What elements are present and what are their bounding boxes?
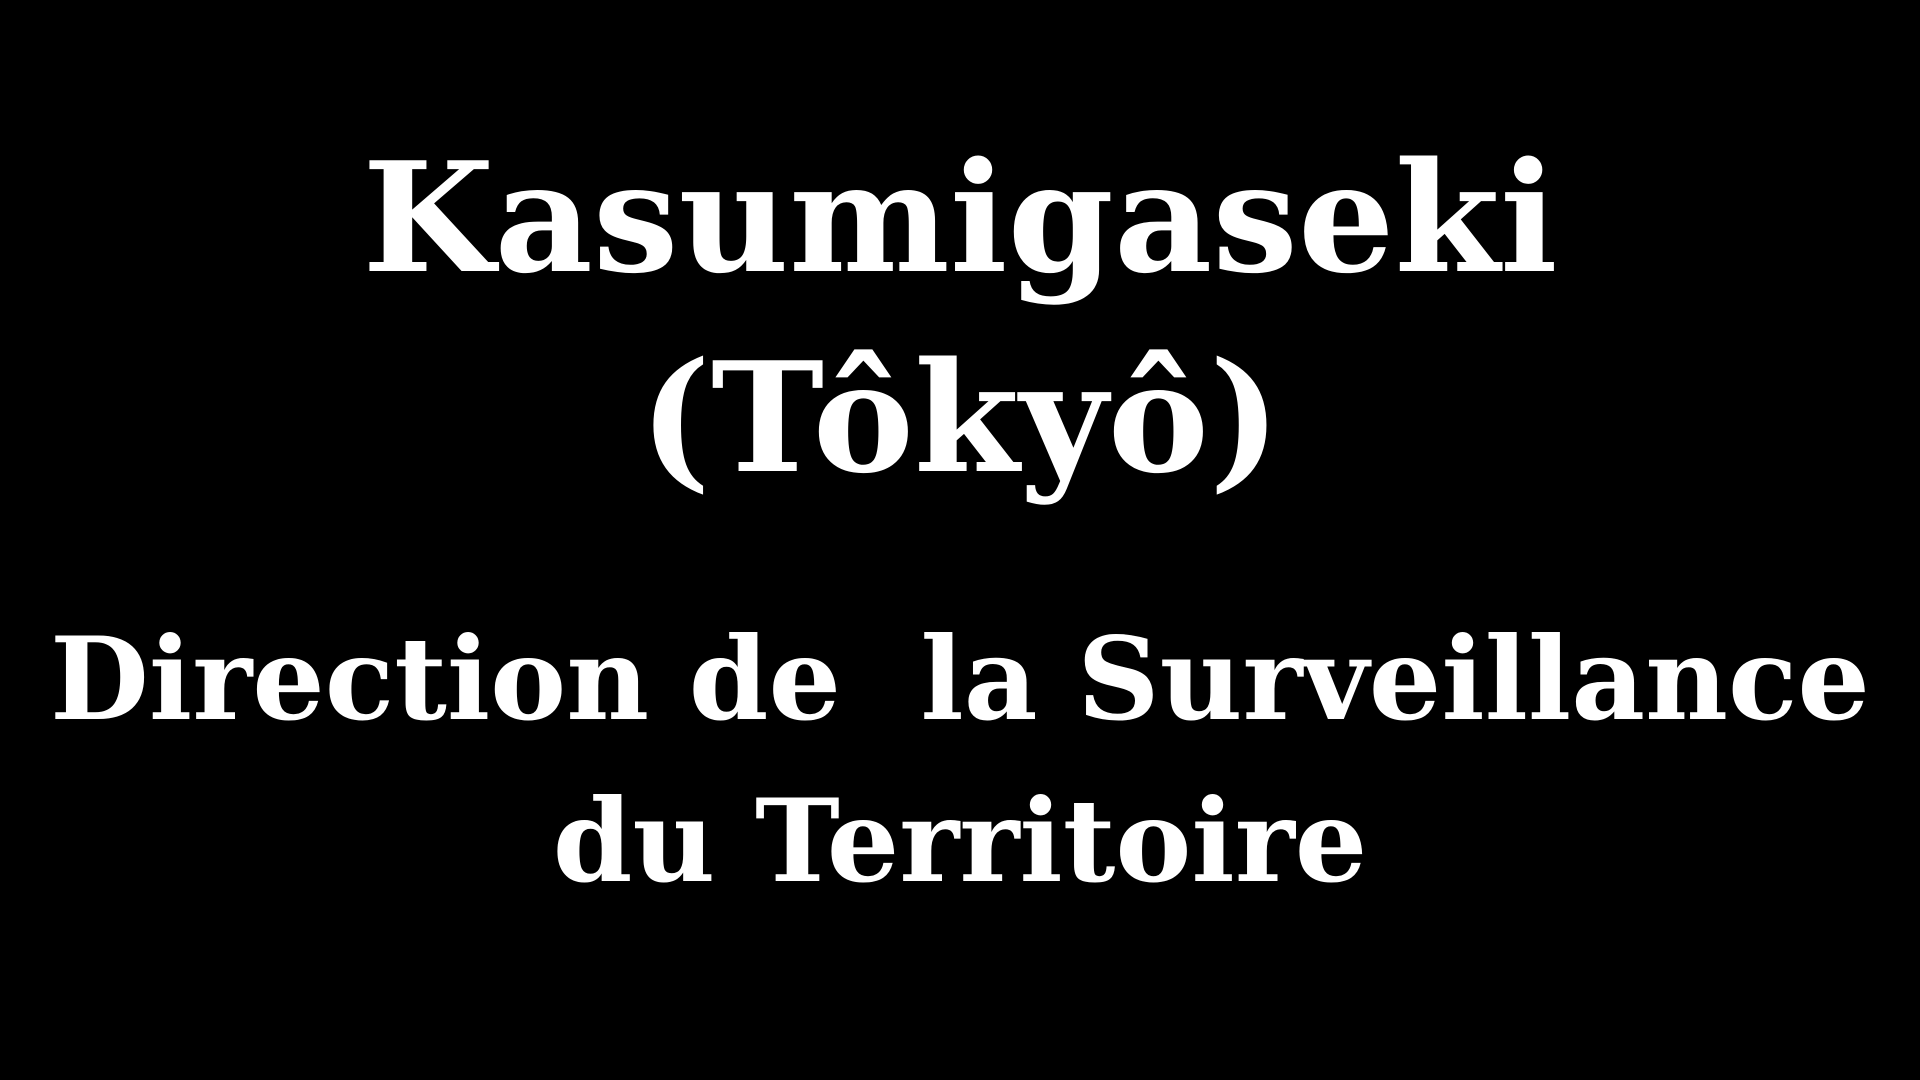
location-name: Kasumigaseki bbox=[362, 128, 1558, 307]
location-title: Kasumigaseki (Tôkyô) bbox=[0, 118, 1920, 518]
organization-title: Direction de la Surveillance du Territoi… bbox=[0, 598, 1920, 922]
title-card: Kasumigaseki (Tôkyô) Direction de la Sur… bbox=[0, 0, 1920, 1080]
location-city: (Tôkyô) bbox=[639, 328, 1281, 507]
organization-name-line2: du Territoire bbox=[552, 774, 1368, 908]
organization-name-line1: Direction de la Surveillance bbox=[50, 612, 1870, 746]
